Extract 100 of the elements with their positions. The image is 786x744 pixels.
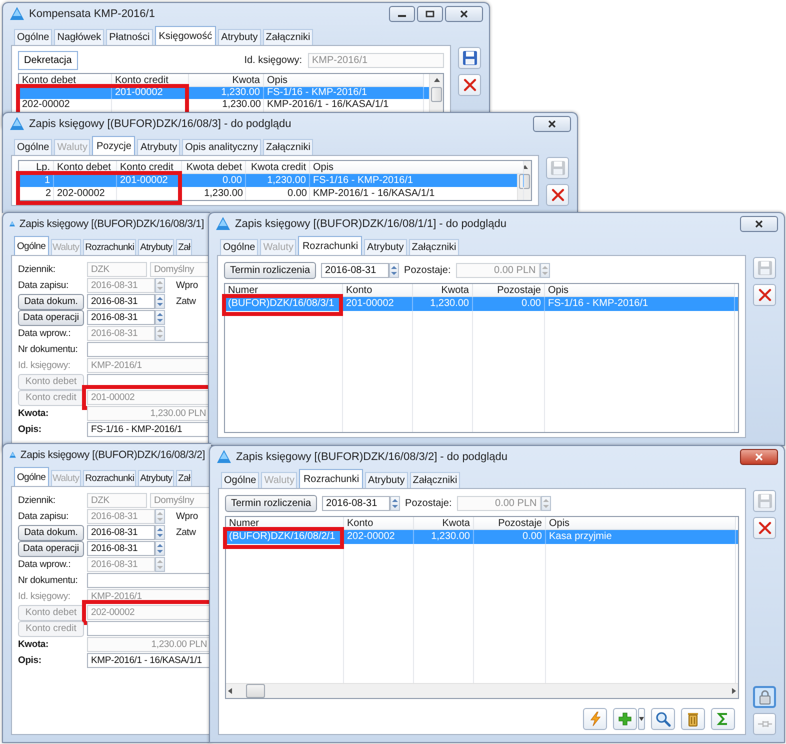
tab[interactable]: Rozrachunki xyxy=(299,469,364,488)
save-button[interactable] xyxy=(458,47,481,69)
tab[interactable]: Zał xyxy=(176,470,192,486)
tab[interactable]: Płatności xyxy=(106,29,153,45)
tab[interactable]: Atrybuty xyxy=(137,139,180,155)
spin-buttons[interactable] xyxy=(390,496,400,511)
spin-buttons[interactable] xyxy=(155,326,165,341)
tab[interactable]: Atrybuty xyxy=(138,470,174,486)
lock-button[interactable] xyxy=(753,686,776,708)
column-header[interactable]: Opis xyxy=(310,161,524,174)
tab[interactable]: Atrybuty xyxy=(364,239,407,255)
scrollbar[interactable] xyxy=(429,74,443,115)
table-row[interactable]: 202-00002 1,230.00 KMP-2016/1 - 16/KASA/1/1 xyxy=(19,99,429,111)
column-header[interactable]: Konto xyxy=(343,284,413,297)
scrollbar-thumb[interactable] xyxy=(431,87,442,102)
table-cell-text: 202-00002 xyxy=(56,187,106,200)
close-button[interactable] xyxy=(533,116,571,132)
scrollbar[interactable] xyxy=(226,683,738,698)
close-button[interactable] xyxy=(740,449,778,465)
scrollbar-thumb[interactable] xyxy=(246,684,265,698)
spin-buttons[interactable] xyxy=(155,525,165,540)
column-header[interactable]: Kwota xyxy=(413,284,473,297)
spin-buttons[interactable] xyxy=(155,294,165,309)
tab[interactable]: Rozrachunki xyxy=(298,236,362,255)
sum-button[interactable] xyxy=(711,708,735,730)
tab[interactable]: Ogólne xyxy=(14,236,49,255)
delete-button[interactable] xyxy=(753,517,776,539)
delete-button[interactable] xyxy=(458,74,481,96)
tab[interactable]: Pozycje xyxy=(92,136,136,155)
column-header[interactable]: Konto xyxy=(344,517,414,530)
text-field[interactable]: FS-1/16 - KMP-2016/1 xyxy=(87,422,210,437)
column-header[interactable]: Kwota credit xyxy=(246,161,310,174)
tab[interactable]: Zał xyxy=(176,239,192,255)
table-row[interactable]: 2 202-00002 1,230.00 0.00 KMP-2016/1 - 16/KASA/1/1 xyxy=(19,187,517,200)
tab[interactable]: Opis analityczny xyxy=(182,139,261,155)
tab[interactable]: Atrybuty xyxy=(138,239,174,255)
spin-buttons[interactable] xyxy=(155,541,165,556)
tab[interactable]: Załączniki xyxy=(262,139,314,155)
spin-buttons[interactable] xyxy=(540,496,551,511)
column-header[interactable]: Kwota debet xyxy=(182,161,246,174)
column-header[interactable]: Pozostaje xyxy=(473,284,545,297)
due-date-button[interactable]: Termin rozliczenia xyxy=(224,262,316,279)
date-field[interactable]: 2016-08-31 xyxy=(322,496,390,511)
form-button[interactable]: Data dokum. xyxy=(18,524,84,540)
tab[interactable]: Ogólne xyxy=(221,472,260,488)
tab[interactable]: Załączniki xyxy=(408,239,460,255)
date-field[interactable]: 2016-08-31 xyxy=(87,525,155,540)
tab[interactable]: Ogólne xyxy=(220,239,258,255)
minimize-button[interactable] xyxy=(389,6,415,22)
spin-buttons[interactable] xyxy=(540,263,550,278)
close-icon xyxy=(754,220,764,228)
spin-buttons[interactable] xyxy=(155,310,165,325)
table-cell: 0.00 xyxy=(474,530,546,544)
column-header[interactable]: Kwota xyxy=(414,517,474,530)
field-label: Wpro xyxy=(176,511,198,522)
spin-buttons[interactable] xyxy=(155,509,165,524)
close-button[interactable] xyxy=(445,6,483,22)
scrollbar-thumb[interactable] xyxy=(519,174,530,189)
column-header[interactable]: Opis xyxy=(264,74,424,87)
tab[interactable]: Atrybuty xyxy=(218,29,261,45)
tab[interactable]: Ogólne xyxy=(14,467,49,486)
text-field[interactable] xyxy=(87,573,211,588)
tab[interactable]: Atrybuty xyxy=(365,472,408,488)
delete-button[interactable] xyxy=(753,284,776,306)
date-field[interactable]: 2016-08-31 xyxy=(87,541,155,556)
spin-buttons[interactable] xyxy=(155,557,165,572)
tab[interactable]: Rozrachunki xyxy=(83,239,136,255)
tab[interactable]: Załączniki xyxy=(410,472,460,488)
text-field[interactable]: KMP-2016/1 - 16/KASA/1/1 xyxy=(87,653,211,668)
delete-button[interactable] xyxy=(546,184,569,206)
form-button[interactable]: Data operacji xyxy=(18,540,84,556)
generate-button[interactable] xyxy=(583,708,607,730)
column-header[interactable]: Opis xyxy=(546,517,736,530)
column-header[interactable]: Opis xyxy=(545,284,735,297)
tab[interactable]: Załączniki xyxy=(262,29,314,45)
add-button[interactable] xyxy=(613,708,637,730)
dropdown-button[interactable] xyxy=(638,708,645,730)
form-button[interactable]: Data dokum. xyxy=(18,294,84,310)
table-cell: FS-1/16 - KMP-2016/1 xyxy=(545,297,735,311)
due-date-button[interactable]: Termin rozliczenia xyxy=(225,495,318,512)
maximize-button[interactable] xyxy=(417,6,443,22)
column-header[interactable]: Pozostaje xyxy=(474,517,546,530)
column-header[interactable]: Kwota xyxy=(189,74,264,87)
spin-buttons[interactable] xyxy=(155,278,165,293)
tab[interactable]: Rozrachunki xyxy=(83,470,136,486)
date-field[interactable]: 2016-08-31 xyxy=(321,263,390,278)
tab[interactable]: Księgowość xyxy=(154,26,216,45)
tab[interactable]: Ogólne xyxy=(14,139,52,155)
subtab[interactable]: Dekretacja xyxy=(18,50,78,70)
form-button[interactable]: Data operacji xyxy=(18,310,84,326)
text-field[interactable] xyxy=(87,342,210,357)
close-button[interactable] xyxy=(740,216,778,232)
tab[interactable]: Nagłówek xyxy=(54,29,104,45)
preview-button[interactable] xyxy=(651,708,675,730)
date-field[interactable]: 2016-08-31 xyxy=(87,310,155,325)
spin-buttons[interactable] xyxy=(389,263,400,278)
delete-button[interactable] xyxy=(681,708,705,730)
field-label: Nr dokumentu: xyxy=(18,575,79,586)
date-field[interactable]: 2016-08-31 xyxy=(87,294,155,309)
tab[interactable]: Ogólne xyxy=(14,29,52,45)
